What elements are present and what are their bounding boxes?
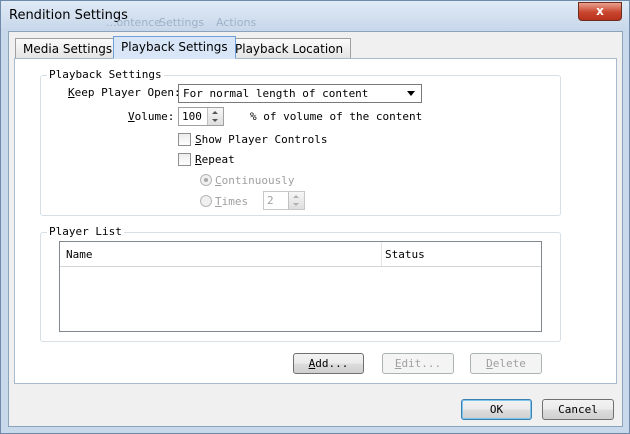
select-value: For normal length of content <box>183 87 369 100</box>
times-radio[interactable] <box>200 195 212 207</box>
volume-suffix: % of volume of the content <box>250 110 423 123</box>
tab-label: Playback Settings <box>121 40 228 54</box>
arrow-down-icon[interactable] <box>293 203 299 206</box>
button-label: dd... <box>315 357 349 370</box>
mnemonic: R <box>195 153 202 166</box>
mnemonic: D <box>486 357 493 370</box>
repeat-label[interactable]: Repeat <box>195 153 235 166</box>
tab-label: Media Settings <box>23 42 113 56</box>
column-divider[interactable] <box>381 242 382 266</box>
continuously-label[interactable]: Continuously <box>215 174 294 187</box>
label-rest: ontinuously <box>221 174 295 187</box>
ok-button[interactable]: OK <box>461 399 532 420</box>
mnemonic: C <box>215 174 222 187</box>
show-player-controls-label[interactable]: Show Player Controls <box>195 133 327 146</box>
show-player-controls-checkbox[interactable] <box>178 133 191 146</box>
times-label[interactable]: Times <box>215 195 248 208</box>
keep-player-open-select[interactable]: For normal length of content <box>178 84 422 103</box>
volume-stepper[interactable]: 100 <box>178 107 224 126</box>
label-rest: imes <box>221 195 249 208</box>
group-label: Playback Settings <box>47 68 164 81</box>
delete-button[interactable]: Delete <box>470 353 542 374</box>
repeat-checkbox[interactable] <box>178 153 191 166</box>
volume-value: 100 <box>182 110 202 123</box>
label-rest: olume: <box>134 110 175 123</box>
background-ghost-text-3: Actions <box>216 16 257 29</box>
times-stepper[interactable]: 2 <box>263 191 305 210</box>
close-button[interactable]: x <box>578 2 622 21</box>
list-header: Name Status <box>60 242 541 267</box>
stepper-buttons[interactable] <box>288 192 304 209</box>
label-rest: epeat <box>201 153 235 166</box>
volume-label: Volume: <box>128 110 174 123</box>
button-label: dit... <box>401 357 442 370</box>
tab-media-settings[interactable]: Media Settings <box>15 38 121 58</box>
stepper-buttons[interactable] <box>207 108 223 125</box>
cancel-button[interactable]: Cancel <box>542 399 614 420</box>
background-ghost-text-2: Settings <box>159 16 205 29</box>
background-ghost-text-1: ...ontence <box>106 16 162 29</box>
chevron-down-icon <box>407 91 415 96</box>
mnemonic: T <box>215 195 222 208</box>
arrow-down-icon[interactable] <box>212 119 218 122</box>
edit-button[interactable]: Edit... <box>382 353 454 374</box>
label-rest: eep Player Open: <box>74 86 181 99</box>
radio-selected-dot <box>204 178 208 182</box>
title-bar[interactable]: Rendition Settings ...ontence Settings A… <box>1 1 629 31</box>
times-value: 2 <box>267 194 274 207</box>
player-list-view[interactable]: Name Status <box>59 241 542 332</box>
tab-playback-settings[interactable]: Playback Settings <box>113 36 236 59</box>
close-icon: x <box>596 4 604 18</box>
tab-playback-location[interactable]: Playback Location <box>227 38 352 58</box>
group-label: Player List <box>47 225 124 238</box>
mnemonic: K <box>68 86 75 99</box>
arrow-up-icon[interactable] <box>212 111 218 114</box>
column-header-status[interactable]: Status <box>385 248 425 261</box>
keep-player-open-label: Keep Player Open: <box>68 86 181 99</box>
tab-label: Playback Location <box>235 42 344 56</box>
continuously-radio[interactable] <box>200 174 212 186</box>
mnemonic: S <box>195 133 202 146</box>
button-label: elete <box>492 357 526 370</box>
column-header-name[interactable]: Name <box>66 248 93 261</box>
label-rest: how Player Controls <box>201 133 328 146</box>
arrow-up-icon[interactable] <box>293 195 299 198</box>
mnemonic: V <box>128 110 135 123</box>
add-button[interactable]: Add... <box>293 353 364 374</box>
